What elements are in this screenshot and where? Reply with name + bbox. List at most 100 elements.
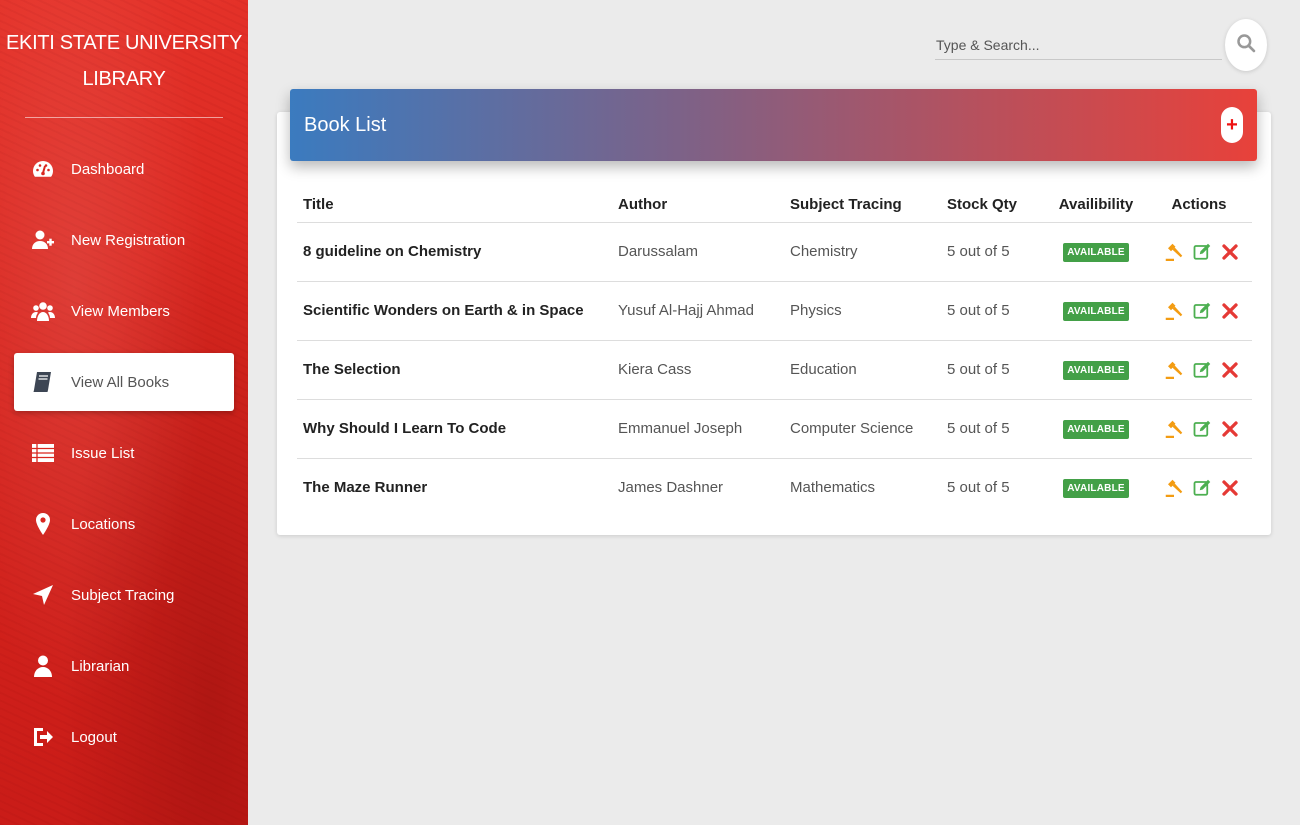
- status-badge: AVAILABLE: [1063, 479, 1129, 499]
- sidebar: EKITI STATE UNIVERSITY LIBRARY Dashboard…: [0, 0, 248, 825]
- sidebar-item-logout[interactable]: Logout: [14, 708, 234, 766]
- actions-cell: [1146, 458, 1252, 517]
- column-header-stock[interactable]: Stock Qty: [941, 188, 1046, 223]
- actions-cell: [1146, 399, 1252, 459]
- issue-gavel-icon[interactable]: [1165, 479, 1183, 497]
- plus-icon: +: [1226, 113, 1238, 136]
- table-row: The Selection Kiera Cass Education 5 out…: [297, 340, 1252, 400]
- brand-line-2: LIBRARY: [82, 68, 166, 90]
- issue-gavel-icon[interactable]: [1165, 361, 1183, 379]
- table-row: The Maze Runner James Dashner Mathematic…: [297, 458, 1252, 517]
- book-author: Kiera Cass: [612, 340, 784, 400]
- sidebar-item-new-registration[interactable]: New Registration: [14, 211, 234, 269]
- search-input[interactable]: [935, 32, 1222, 58]
- column-header-title[interactable]: Title: [297, 188, 612, 223]
- edit-icon[interactable]: [1193, 302, 1211, 320]
- issue-gavel-icon[interactable]: [1165, 243, 1183, 261]
- sidebar-item-librarian[interactable]: Librarian: [14, 637, 234, 695]
- column-header-actions: Actions: [1146, 188, 1252, 223]
- sidebar-item-dashboard[interactable]: Dashboard: [14, 140, 234, 198]
- column-header-author[interactable]: Author: [612, 188, 784, 223]
- search-bar: [935, 32, 1222, 60]
- sidebar-item-label: View Members: [71, 302, 170, 320]
- book-title: 8 guideline on Chemistry: [297, 222, 612, 282]
- book-title: Why Should I Learn To Code: [297, 399, 612, 459]
- book-stock: 5 out of 5: [941, 399, 1046, 459]
- actions-cell: [1146, 340, 1252, 400]
- delete-icon[interactable]: [1221, 420, 1239, 438]
- status-badge: AVAILABLE: [1063, 302, 1129, 321]
- availability-cell: AVAILABLE: [1046, 399, 1146, 459]
- book-author: Emmanuel Joseph: [612, 399, 784, 459]
- sidebar-item-locations[interactable]: Locations: [14, 495, 234, 553]
- brand-line-1: EKITI STATE UNIVERSITY: [5, 32, 243, 54]
- brand-title: EKITI STATE UNIVERSITY LIBRARY: [0, 0, 248, 97]
- book-title: The Selection: [297, 340, 612, 400]
- book-subject: Mathematics: [790, 479, 876, 497]
- sidebar-item-label: Librarian: [71, 657, 130, 675]
- delete-icon[interactable]: [1221, 302, 1239, 320]
- members-icon: [30, 298, 56, 324]
- actions-cell: [1146, 281, 1252, 341]
- table-row: Why Should I Learn To Code Emmanuel Jose…: [297, 399, 1252, 459]
- column-header-availability[interactable]: Availibility: [1046, 188, 1146, 223]
- search-button[interactable]: [1225, 19, 1267, 71]
- availability-cell: AVAILABLE: [1046, 281, 1146, 341]
- book-author: Yusuf Al-Hajj Ahmad: [612, 281, 784, 341]
- table-row: 8 guideline on Chemistry Darussalam Chem…: [297, 222, 1252, 282]
- edit-icon[interactable]: [1193, 479, 1211, 497]
- delete-icon[interactable]: [1221, 361, 1239, 379]
- sidebar-nav: Dashboard New Registration View Members …: [0, 140, 248, 766]
- book-author: Darussalam: [612, 222, 784, 282]
- book-stock: 5 out of 5: [941, 340, 1046, 400]
- book-subject: Chemistry: [784, 222, 941, 282]
- sidebar-item-label: View All Books: [71, 373, 170, 391]
- book-subject: Computer Science: [784, 399, 941, 459]
- issue-gavel-icon[interactable]: [1165, 302, 1183, 320]
- sidebar-item-issue-list[interactable]: Issue List: [14, 424, 234, 482]
- availability-cell: AVAILABLE: [1046, 340, 1146, 400]
- sidebar-item-label: Dashboard: [71, 160, 145, 178]
- location-pin-icon: [30, 511, 56, 537]
- books-table: Title Author Subject Tracing Stock Qty A…: [297, 188, 1252, 517]
- edit-icon[interactable]: [1193, 420, 1211, 438]
- navigation-arrow-icon: [30, 582, 56, 608]
- book-stock: 5 out of 5: [947, 479, 1010, 497]
- dashboard-icon: [30, 156, 56, 182]
- status-badge: AVAILABLE: [1063, 420, 1129, 439]
- delete-icon[interactable]: [1221, 243, 1239, 261]
- search-icon: [1236, 33, 1256, 58]
- add-user-icon: [30, 227, 56, 253]
- sidebar-item-subject-tracing[interactable]: Subject Tracing: [14, 566, 234, 624]
- edit-icon[interactable]: [1193, 361, 1211, 379]
- sidebar-item-label: New Registration: [71, 231, 186, 249]
- sidebar-item-view-all-books[interactable]: View All Books: [14, 353, 234, 411]
- sidebar-item-label: Locations: [71, 515, 136, 533]
- book-subject: Education: [784, 340, 941, 400]
- column-header-subject[interactable]: Subject Tracing: [784, 188, 941, 223]
- status-badge: AVAILABLE: [1063, 361, 1129, 380]
- add-book-button[interactable]: +: [1221, 107, 1243, 143]
- book-icon: [30, 369, 56, 395]
- brand-divider: [25, 117, 223, 118]
- sidebar-item-label: Subject Tracing: [71, 586, 175, 604]
- book-stock: 5 out of 5: [941, 281, 1046, 341]
- card-title: Book List: [304, 113, 387, 136]
- sidebar-item-label: Logout: [71, 728, 117, 746]
- delete-icon[interactable]: [1221, 479, 1239, 497]
- edit-icon[interactable]: [1193, 243, 1211, 261]
- book-subject: Physics: [784, 281, 941, 341]
- book-title: The Maze Runner: [303, 479, 428, 497]
- logout-icon: [30, 724, 56, 750]
- table-header-row: Title Author Subject Tracing Stock Qty A…: [297, 188, 1252, 223]
- card-header: Book List +: [290, 89, 1257, 161]
- sidebar-item-label: Issue List: [71, 444, 135, 462]
- issue-gavel-icon[interactable]: [1165, 420, 1183, 438]
- availability-cell: AVAILABLE: [1046, 458, 1146, 517]
- book-stock: 5 out of 5: [941, 222, 1046, 282]
- availability-cell: AVAILABLE: [1046, 222, 1146, 282]
- sidebar-item-view-members[interactable]: View Members: [14, 282, 234, 340]
- list-icon: [30, 440, 56, 466]
- actions-cell: [1146, 222, 1252, 282]
- person-icon: [30, 653, 56, 679]
